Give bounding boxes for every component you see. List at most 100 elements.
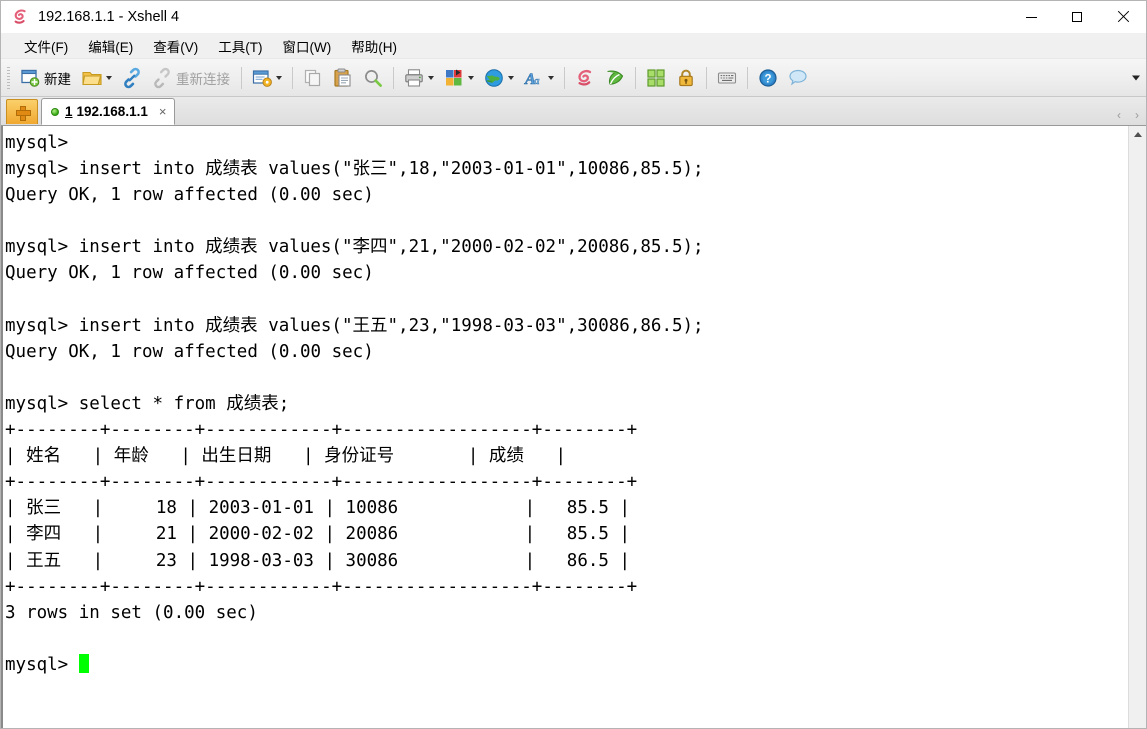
toolbar-overflow-chevron-icon[interactable] — [1132, 75, 1140, 80]
toolbar-separator — [241, 66, 242, 89]
close-button[interactable] — [1100, 1, 1146, 33]
reconnect-button: 重新连接 — [147, 63, 236, 93]
new-tab-plus-icon — [15, 105, 31, 121]
layout-button[interactable] — [439, 63, 479, 93]
layout-chevron-down-icon[interactable] — [468, 75, 474, 80]
terminal-output[interactable]: mysql> mysql> insert into 成绩表 values("张三"… — [1, 126, 1128, 728]
session-properties-chevron-down-icon[interactable] — [276, 75, 282, 80]
terminal-line: Query OK, 1 row affected (0.00 sec) — [5, 341, 374, 362]
terminal-line: | 张三 | 18 | 2003-01-01 | 10086 | 85.5 | — [5, 498, 631, 519]
tab-prev-arrow-icon[interactable]: ‹ — [1117, 108, 1121, 122]
terminal-scrollbar[interactable] — [1128, 126, 1146, 728]
terminal-line: mysql> insert into 成绩表 values("李四",21,"2… — [5, 237, 704, 258]
open-session-button[interactable] — [77, 63, 117, 93]
tab-next-arrow-icon[interactable]: › — [1135, 108, 1139, 122]
toolbar: 新建 重新连接 A a ? — [1, 59, 1146, 97]
xftp-logo-icon — [604, 67, 626, 89]
globe-icon — [483, 67, 505, 89]
terminal-line: +--------+--------+------------+--------… — [5, 576, 638, 597]
copy-icon — [302, 67, 324, 89]
minimize-button[interactable] — [1008, 1, 1054, 33]
font-a-icon: A a — [523, 67, 545, 89]
chat-button[interactable] — [783, 63, 813, 93]
paste-button[interactable] — [328, 63, 358, 93]
tab-close-icon[interactable]: × — [157, 104, 169, 119]
xftp-button[interactable] — [600, 63, 630, 93]
terminal-line: mysql> insert into 成绩表 values("张三",18,"2… — [5, 159, 704, 180]
toolbar-separator — [292, 66, 293, 89]
xshell-logo-icon — [574, 67, 596, 89]
reconnect-label: 重新连接 — [176, 71, 230, 87]
terminal-cursor — [78, 653, 89, 673]
globe-button[interactable] — [479, 63, 519, 93]
scrollbar-track[interactable] — [1129, 143, 1146, 728]
print-chevron-down-icon[interactable] — [428, 75, 434, 80]
terminal-line: +--------+--------+------------+--------… — [5, 472, 638, 493]
title-bar: 192.168.1.1 - Xshell 4 — [1, 1, 1146, 33]
menu-file[interactable]: 文件(F) — [14, 34, 78, 58]
close-icon — [1117, 11, 1129, 23]
svg-text:a: a — [534, 75, 540, 87]
help-button[interactable]: ? — [753, 63, 783, 93]
globe-chevron-down-icon[interactable] — [508, 75, 514, 80]
arrange-windows-icon — [645, 67, 667, 89]
menu-tools[interactable]: 工具(T) — [208, 34, 272, 58]
toolbar-grip[interactable] — [7, 66, 10, 89]
new-tab-button[interactable] — [6, 99, 38, 124]
open-session-chevron-down-icon[interactable] — [106, 75, 112, 80]
toolbar-separator — [564, 66, 565, 89]
help-question-icon: ? — [757, 67, 779, 89]
lock-button[interactable] — [671, 63, 701, 93]
tab-nav: ‹ › — [1117, 108, 1146, 125]
font-button[interactable]: A a — [519, 63, 559, 93]
copy-button — [298, 63, 328, 93]
scroll-up-button[interactable] — [1129, 126, 1146, 143]
find-button[interactable] — [358, 63, 388, 93]
open-folder-icon — [81, 67, 103, 89]
tab-bar: 1 192.168.1.1 × ‹ › — [1, 97, 1146, 126]
window-title: 192.168.1.1 - Xshell 4 — [38, 9, 180, 25]
minimize-icon — [1025, 16, 1037, 18]
tab-index: 1 — [65, 104, 73, 119]
new-session-button[interactable]: 新建 — [15, 63, 77, 93]
menu-window[interactable]: 窗口(W) — [273, 34, 342, 58]
terminal-line: Query OK, 1 row affected (0.00 sec) — [5, 263, 374, 284]
new-session-label: 新建 — [44, 71, 71, 87]
tab-label: 192.168.1.1 — [76, 104, 148, 119]
terminal-line: | 王五 | 23 | 1998-03-03 | 30086 | 86.5 | — [5, 550, 631, 571]
maximize-button[interactable] — [1054, 1, 1100, 33]
tab-192-168-1-1[interactable]: 1 192.168.1.1 × — [41, 98, 176, 125]
window-controls — [1008, 1, 1146, 33]
xshell-logo-icon — [11, 8, 29, 26]
session-properties-button[interactable] — [247, 63, 287, 93]
new-session-icon — [19, 67, 41, 89]
toolbar-separator — [393, 66, 394, 89]
font-chevron-down-icon[interactable] — [548, 75, 554, 80]
terminal-line: Query OK, 1 row affected (0.00 sec) — [5, 185, 374, 206]
find-magnifier-icon — [362, 67, 384, 89]
disconnect-link-icon — [151, 67, 173, 89]
terminal-area: mysql> mysql> insert into 成绩表 values("张三"… — [1, 126, 1146, 728]
chat-bubble-icon — [787, 67, 809, 89]
printer-icon — [403, 67, 425, 89]
color-layout-icon — [443, 67, 465, 89]
arrange-windows-button[interactable] — [641, 63, 671, 93]
keyboard-icon — [716, 67, 738, 89]
menu-view[interactable]: 查看(V) — [143, 34, 208, 58]
connect-button[interactable] — [117, 63, 147, 93]
keyboard-button[interactable] — [712, 63, 742, 93]
session-properties-icon — [251, 67, 273, 89]
terminal-prompt: mysql> — [5, 654, 79, 675]
toolbar-separator — [635, 66, 636, 89]
menu-bar: 文件(F) 编辑(E) 查看(V) 工具(T) 窗口(W) 帮助(H) — [1, 33, 1146, 59]
menu-edit[interactable]: 编辑(E) — [78, 34, 143, 58]
menu-help[interactable]: 帮助(H) — [341, 34, 407, 58]
paste-icon — [332, 67, 354, 89]
xshell-button[interactable] — [570, 63, 600, 93]
print-button[interactable] — [399, 63, 439, 93]
scroll-up-arrow-icon — [1133, 132, 1142, 137]
title-bar-left: 192.168.1.1 - Xshell 4 — [1, 8, 179, 26]
